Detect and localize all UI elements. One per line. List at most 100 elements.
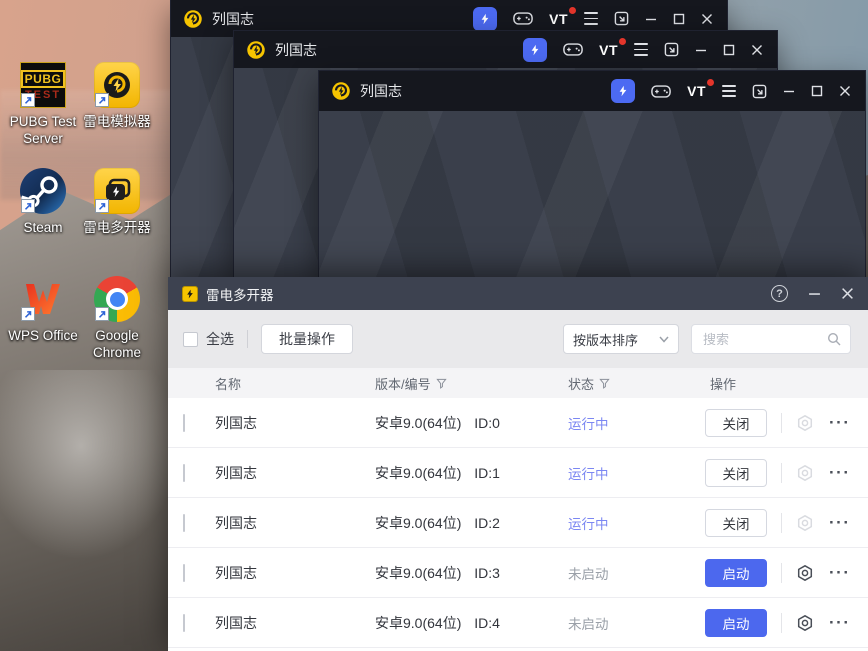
operations-divider	[781, 612, 782, 633]
desktop-icon-label: 雷电模拟器	[83, 114, 151, 129]
operations-divider	[781, 462, 782, 483]
more-options-icon[interactable]: ···	[829, 464, 850, 481]
boost-icon[interactable]	[523, 37, 548, 62]
action-button[interactable]: 关闭	[705, 458, 767, 487]
help-icon[interactable]: ?	[771, 285, 788, 302]
ldplayer-logo-icon	[184, 9, 202, 28]
manager-app-icon	[182, 285, 198, 302]
instance-version: 安卓9.0(64位)	[375, 614, 462, 631]
settings-gear-icon[interactable]	[796, 514, 814, 532]
menu-icon[interactable]	[634, 43, 648, 56]
wallpaper-snow	[0, 370, 180, 560]
close-icon[interactable]	[701, 13, 713, 25]
close-icon[interactable]	[839, 85, 851, 97]
instance-id: ID:3	[474, 564, 500, 581]
filter-icon[interactable]	[599, 378, 610, 389]
header-version: 版本/编号	[375, 374, 568, 393]
ldplayer-logo-icon	[247, 40, 265, 59]
select-all-label: 全选	[206, 331, 234, 347]
action-button[interactable]: 关闭	[705, 508, 767, 537]
gamepad-icon[interactable]	[651, 84, 671, 99]
toolbar-divider	[247, 330, 248, 348]
row-checkbox[interactable]	[183, 413, 185, 432]
batch-operation-button[interactable]: 批量操作	[261, 324, 353, 354]
maximize-icon[interactable]	[723, 44, 735, 56]
settings-gear-icon[interactable]	[796, 464, 814, 482]
select-all-checkbox[interactable]	[183, 331, 198, 347]
minimize-icon[interactable]	[645, 13, 657, 25]
table-row: 列国志 安卓9.0(64位) ID:3 未启动 启动 ···	[168, 548, 868, 598]
more-options-icon[interactable]: ···	[829, 614, 850, 631]
manager-titlebar[interactable]: 雷电多开器 ?	[168, 277, 868, 310]
emulator-window-title: 列国志	[212, 10, 254, 27]
desktop-icon-google-chrome[interactable]: Google Chrome	[74, 276, 160, 361]
row-checkbox[interactable]	[183, 563, 185, 582]
close-icon[interactable]	[841, 287, 854, 300]
manager-toolbar: 全选 批量操作 按版本排序	[168, 310, 868, 368]
header-operation: 操作	[710, 376, 737, 392]
switch-window-icon[interactable]	[664, 42, 679, 57]
status-badge: 未启动	[568, 616, 609, 632]
row-checkbox[interactable]	[183, 613, 185, 632]
settings-gear-icon[interactable]	[796, 414, 814, 432]
header-name: 名称	[215, 376, 242, 392]
emulator-titlebar[interactable]: 列国志 VT	[319, 71, 865, 111]
sort-dropdown[interactable]: 按版本排序	[563, 324, 679, 354]
table-row: 列国志 安卓9.0(64位) ID:2 运行中 关闭 ···	[168, 498, 868, 548]
boost-icon[interactable]	[611, 79, 636, 103]
search-input[interactable]	[701, 330, 827, 348]
table-body: 列国志 安卓9.0(64位) ID:0 运行中 关闭 ··· 列国志 安卓9.0…	[168, 398, 868, 651]
operations-divider	[781, 512, 782, 533]
more-options-icon[interactable]: ···	[829, 564, 850, 581]
sort-dropdown-value: 按版本排序	[573, 332, 639, 348]
chevron-down-icon	[659, 336, 669, 343]
more-options-icon[interactable]: ···	[829, 414, 850, 431]
pubg-logo-text: PUBG	[20, 69, 66, 88]
switch-window-icon[interactable]	[614, 11, 629, 26]
emulator-window: 列国志 VT	[318, 70, 866, 278]
operations-cell: 关闭 ···	[705, 408, 868, 437]
desktop-icon-ldplayer[interactable]: 雷电模拟器	[74, 62, 160, 130]
minimize-icon[interactable]	[808, 287, 821, 300]
minimize-icon[interactable]	[783, 85, 795, 97]
filter-icon[interactable]	[435, 378, 447, 389]
gamepad-icon[interactable]	[513, 11, 533, 26]
settings-gear-icon[interactable]	[796, 614, 814, 632]
operations-cell: 启动 ···	[705, 558, 868, 587]
emulator-titlebar[interactable]: 列国志 VT	[234, 31, 777, 68]
close-icon[interactable]	[751, 44, 763, 56]
instance-version: 安卓9.0(64位)	[375, 514, 462, 531]
operations-divider	[781, 412, 782, 433]
vt-icon[interactable]: VT	[687, 79, 714, 99]
search-box[interactable]	[691, 324, 851, 354]
vt-icon[interactable]: VT	[549, 6, 576, 27]
table-header: 名称 版本/编号 状态 操作	[168, 368, 868, 398]
settings-gear-icon[interactable]	[796, 564, 814, 582]
shortcut-arrow-icon	[95, 93, 109, 107]
more-options-icon[interactable]: ···	[829, 514, 850, 531]
switch-window-icon[interactable]	[752, 84, 767, 99]
boost-icon[interactable]	[473, 6, 498, 31]
maximize-icon[interactable]	[811, 85, 823, 97]
instance-name: 列国志	[215, 414, 257, 431]
emulator-loading-screen	[319, 111, 865, 277]
wps-office-icon	[20, 276, 66, 322]
shortcut-arrow-icon	[95, 199, 109, 213]
instance-id: ID:0	[474, 414, 500, 431]
row-checkbox[interactable]	[183, 513, 185, 532]
ldplayer-icon	[94, 62, 140, 108]
row-checkbox[interactable]	[183, 463, 185, 482]
ld-multiplayer-icon	[94, 168, 140, 214]
desktop-icon-label: PUBG Test Server	[9, 114, 77, 146]
action-button[interactable]: 启动	[705, 558, 767, 587]
action-button[interactable]: 关闭	[705, 408, 767, 437]
gamepad-icon[interactable]	[563, 42, 583, 57]
desktop-icon-ld-multiplayer[interactable]: 雷电多开器	[74, 168, 160, 236]
minimize-icon[interactable]	[695, 44, 707, 56]
maximize-icon[interactable]	[673, 13, 685, 25]
vt-icon[interactable]: VT	[599, 37, 626, 58]
instance-version-cell: 安卓9.0(64位) ID:4	[375, 613, 568, 633]
menu-icon[interactable]	[722, 84, 736, 98]
menu-icon[interactable]	[584, 12, 598, 25]
action-button[interactable]: 启动	[705, 608, 767, 637]
